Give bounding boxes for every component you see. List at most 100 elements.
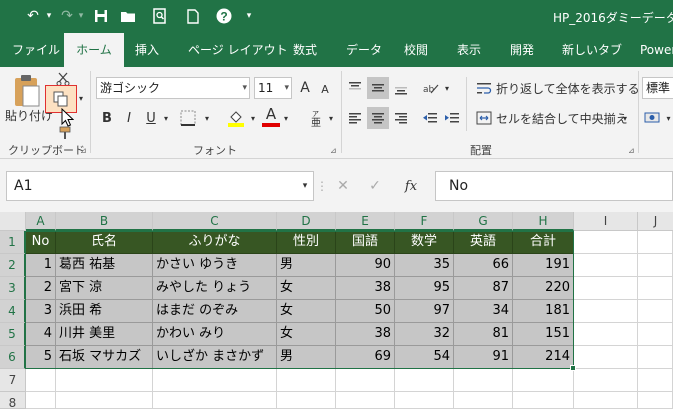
wrap-text-button[interactable]: 折り返して全体を表示する — [496, 77, 640, 99]
cell-name[interactable]: 石坂 マサカズ — [56, 346, 153, 369]
tab-formulas[interactable]: 数式 — [293, 33, 317, 67]
cell-no[interactable]: 3 — [26, 300, 56, 323]
empty-cell[interactable] — [574, 392, 638, 409]
merge-center-button[interactable]: セルを結合して中央揃え — [496, 107, 628, 129]
empty-cell[interactable] — [513, 369, 574, 392]
cancel-icon[interactable]: ✕ — [332, 176, 354, 196]
merge-dropdown-icon[interactable]: ▾ — [620, 111, 630, 125]
cell-japanese[interactable]: 90 — [336, 254, 395, 277]
row-header-1[interactable]: 1 — [0, 231, 26, 254]
header-cell-furigana[interactable]: ふりがな — [153, 231, 277, 254]
cell-gender[interactable]: 男 — [277, 346, 336, 369]
undo-icon[interactable]: ↶ — [22, 6, 44, 26]
clipboard-launcher-icon[interactable]: ⊿ — [80, 146, 87, 155]
cell-gender[interactable]: 女 — [277, 323, 336, 346]
tab-power[interactable]: Power — [640, 33, 673, 67]
cell-english[interactable]: 66 — [454, 254, 513, 277]
increase-indent-icon[interactable] — [442, 107, 462, 129]
cell-name[interactable]: 川井 美里 — [56, 323, 153, 346]
align-center-icon[interactable] — [367, 107, 389, 129]
format-painter-icon[interactable] — [56, 125, 74, 141]
empty-cell[interactable] — [454, 392, 513, 409]
header-cell-math[interactable]: 数学 — [395, 231, 454, 254]
empty-cell[interactable] — [26, 369, 56, 392]
grow-font-button[interactable]: A — [296, 78, 314, 98]
tab-insert[interactable]: 挿入 — [135, 33, 159, 67]
empty-cell[interactable] — [336, 392, 395, 409]
cell-gender[interactable]: 女 — [277, 277, 336, 300]
row-header-4[interactable]: 4 — [0, 300, 26, 323]
empty-cell[interactable] — [638, 392, 673, 409]
cell-total[interactable]: 220 — [513, 277, 574, 300]
header-cell-gender[interactable]: 性別 — [277, 231, 336, 254]
header-cell-name[interactable]: 氏名 — [56, 231, 153, 254]
cell-math[interactable]: 95 — [395, 277, 454, 300]
empty-cell[interactable] — [277, 369, 336, 392]
underline-dropdown-icon[interactable]: ▾ — [161, 111, 171, 125]
shrink-font-button[interactable]: A — [316, 80, 334, 98]
cell-total[interactable]: 151 — [513, 323, 574, 346]
empty-cell[interactable] — [56, 392, 153, 409]
cell-total[interactable]: 181 — [513, 300, 574, 323]
cell-no[interactable]: 5 — [26, 346, 56, 369]
cell-math[interactable]: 97 — [395, 300, 454, 323]
tab-data[interactable]: データ — [346, 33, 382, 67]
cell-name[interactable]: 葛西 祐基 — [56, 254, 153, 277]
redo-dropdown-icon[interactable]: ▾ — [76, 6, 86, 26]
cell-math[interactable]: 35 — [395, 254, 454, 277]
align-bottom-icon[interactable] — [391, 77, 411, 99]
worksheet-grid[interactable]: A B C D E F G H I J 1 2 3 4 5 6 7 8 No 氏名… — [0, 212, 673, 409]
column-header-f[interactable]: F — [395, 212, 454, 231]
cell-total[interactable]: 214 — [513, 346, 574, 369]
empty-cell[interactable] — [56, 369, 153, 392]
cell-japanese[interactable]: 69 — [336, 346, 395, 369]
row-header-2[interactable]: 2 — [0, 254, 26, 277]
empty-cell[interactable] — [153, 369, 277, 392]
font-name-combo[interactable]: 游ゴシック ▾ — [96, 77, 250, 99]
column-header-a[interactable]: A — [26, 212, 56, 231]
column-header-c[interactable]: C — [153, 212, 277, 231]
column-header-e[interactable]: E — [336, 212, 395, 231]
merge-center-icon[interactable] — [474, 107, 494, 129]
new-document-icon[interactable] — [184, 6, 202, 26]
tab-home[interactable]: ホーム — [64, 33, 124, 67]
copy-dropdown-icon[interactable]: ▾ — [77, 91, 85, 105]
empty-cell[interactable] — [395, 369, 454, 392]
font-color-button[interactable]: A — [262, 105, 280, 123]
tab-review[interactable]: 校閲 — [404, 33, 428, 67]
column-header-h[interactable]: H — [513, 212, 574, 231]
orientation-icon[interactable]: ab — [420, 77, 442, 99]
cell-name[interactable]: 浜田 希 — [56, 300, 153, 323]
column-header-d[interactable]: D — [277, 212, 336, 231]
phonetic-dropdown-icon[interactable]: ▾ — [326, 111, 336, 125]
empty-cell[interactable] — [638, 277, 673, 300]
open-folder-icon[interactable] — [118, 6, 138, 26]
row-header-8[interactable]: 8 — [0, 392, 26, 409]
column-header-g[interactable]: G — [454, 212, 513, 231]
cell-japanese[interactable]: 50 — [336, 300, 395, 323]
name-box[interactable]: A1 — [6, 171, 314, 201]
empty-cell[interactable] — [638, 369, 673, 392]
empty-cell[interactable] — [26, 392, 56, 409]
accounting-dropdown-icon[interactable]: ▾ — [664, 111, 673, 125]
cell-furigana[interactable]: いしざか まさかず — [153, 346, 277, 369]
row-header-7[interactable]: 7 — [0, 369, 26, 392]
font-color-dropdown-icon[interactable]: ▾ — [281, 111, 291, 125]
enter-check-icon[interactable]: ✓ — [364, 176, 386, 196]
header-cell-english[interactable]: 英語 — [454, 231, 513, 254]
empty-cell[interactable] — [574, 231, 638, 254]
cell-japanese[interactable]: 38 — [336, 277, 395, 300]
cell-gender[interactable]: 男 — [277, 254, 336, 277]
tab-custom[interactable]: 新しいタブ — [562, 33, 622, 67]
customize-qat-icon[interactable]: ▾ — [242, 6, 256, 26]
print-preview-icon[interactable] — [150, 6, 170, 26]
fill-handle[interactable] — [570, 365, 576, 371]
name-box-dropdown-icon[interactable]: ▾ — [298, 178, 312, 194]
accounting-format-icon[interactable] — [642, 107, 664, 129]
borders-icon[interactable] — [176, 107, 200, 129]
column-header-j[interactable]: J — [638, 212, 673, 231]
row-header-3[interactable]: 3 — [0, 277, 26, 300]
empty-cell[interactable] — [153, 392, 277, 409]
empty-cell[interactable] — [574, 323, 638, 346]
empty-cell[interactable] — [638, 346, 673, 369]
